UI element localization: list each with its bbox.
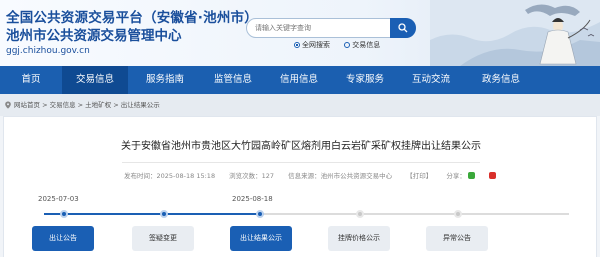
step-change-button[interactable]: 签疑变更 <box>132 226 194 251</box>
header-decoration-image <box>430 0 600 66</box>
print-link[interactable]: 【打印】 <box>406 172 432 180</box>
timeline-node <box>60 210 68 218</box>
article-meta: 发布时间：2025-08-18 15:18 浏览次数：127 信息来源：池州市公… <box>124 170 508 180</box>
site-url[interactable]: ggj.chizhou.gov.cn <box>6 46 90 56</box>
search-icon <box>398 23 408 33</box>
nav-item-credit[interactable]: 信用信息 <box>266 66 332 94</box>
step-abnormal-notice-button[interactable]: 异常公告 <box>426 226 488 251</box>
step-price-publicity-button[interactable]: 挂牌价格公示 <box>328 226 390 251</box>
main-nav: 首页 交易信息 服务指南 监管信息 信用信息 专家服务 互动交流 政务信息 <box>0 66 600 94</box>
view-count: 浏览次数：127 <box>229 172 275 180</box>
nav-item-trade-info[interactable]: 交易信息 <box>62 66 128 94</box>
nav-item-expert[interactable]: 专家服务 <box>332 66 398 94</box>
search-box <box>246 18 416 38</box>
nav-item-interaction[interactable]: 互动交流 <box>398 66 464 94</box>
breadcrumb-path[interactable]: 网站首页 > 交易信息 > 土地矿权 > 出让结果公示 <box>14 94 160 116</box>
nav-item-service-guide[interactable]: 服务指南 <box>132 66 198 94</box>
publish-time: 发布时间：2025-08-18 15:18 <box>124 172 216 180</box>
site-header: 全国公共资源交易平台（安徽省·池州市） 池州市公共资源交易管理中心 ggj.ch… <box>0 0 600 66</box>
article-card: 关于安徽省池州市贵池区大竹园高岭矿区熔剂用白云岩矿采矿权挂牌出让结果公示 发布时… <box>3 116 597 257</box>
nav-item-home[interactable]: 首页 <box>0 66 62 94</box>
article-title: 关于安徽省池州市贵池区大竹园高岭矿区熔剂用白云岩矿采矿权挂牌出让结果公示 <box>121 141 481 152</box>
wechat-share-icon[interactable] <box>467 172 475 179</box>
nav-item-gov-affairs[interactable]: 政务信息 <box>468 66 534 94</box>
search-scope-group: 全网搜索 交易信息 <box>294 40 392 50</box>
timeline-date-start: 2025-07-03 <box>38 195 79 203</box>
scope-trade-radio[interactable]: 交易信息 <box>344 40 380 50</box>
breadcrumb: 网站首页 > 交易信息 > 土地矿权 > 出让结果公示 <box>0 94 600 116</box>
timeline-node <box>160 210 168 218</box>
nav-item-supervision[interactable]: 监管信息 <box>200 66 266 94</box>
share-label: 分享： <box>446 172 466 180</box>
timeline-node <box>454 210 462 218</box>
timeline-date-current: 2025-08-18 <box>232 195 273 203</box>
step-transfer-notice-button[interactable]: 出让公告 <box>32 226 94 251</box>
timeline-progress <box>44 213 264 215</box>
search-input[interactable] <box>255 21 385 35</box>
weibo-share-icon[interactable] <box>488 172 496 179</box>
search-button[interactable] <box>390 18 416 38</box>
site-title-line1: 全国公共资源交易平台（安徽省·池州市） <box>6 10 258 26</box>
site-title-line2: 池州市公共资源交易管理中心 <box>6 28 182 44</box>
scope-all-radio[interactable]: 全网搜索 <box>294 40 330 50</box>
timeline-node <box>356 210 364 218</box>
radio-checked-icon <box>294 42 300 48</box>
title-divider <box>122 162 480 163</box>
timeline-node <box>256 210 264 218</box>
info-source: 信息来源：池州市公共资源交易中心 <box>288 172 393 180</box>
location-icon <box>5 101 11 109</box>
radio-unchecked-icon <box>344 42 351 48</box>
step-result-publicity-button[interactable]: 出让结果公示 <box>230 226 292 251</box>
